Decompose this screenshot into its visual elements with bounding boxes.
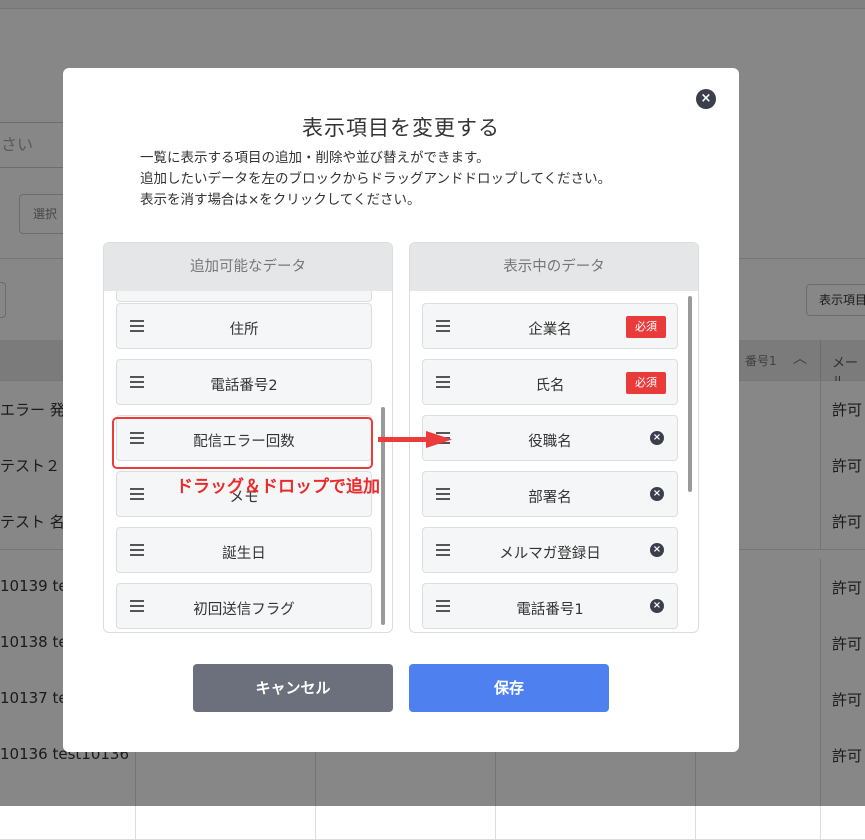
- displayed-data-title: 表示中のデータ: [410, 243, 698, 291]
- available-item-first-send-flag[interactable]: 初回送信フラグ: [116, 583, 372, 629]
- displayed-item-company[interactable]: 企業名 必須: [422, 303, 678, 349]
- item-label: 住所: [229, 322, 259, 338]
- cancel-button[interactable]: キャンセル: [193, 664, 393, 712]
- description-line: 表示を消す場合は×をクリックしてください。: [140, 192, 421, 208]
- item-label: 初回送信フラグ: [193, 602, 295, 618]
- available-item-birthday[interactable]: 誕生日: [116, 527, 372, 573]
- description-line: 追加したいデータを左のブロックからドラッグアンドドロップしてください。: [140, 171, 612, 187]
- remove-icon[interactable]: ×: [650, 487, 664, 501]
- displayed-item-department[interactable]: 部署名 ×: [422, 471, 678, 517]
- close-icon[interactable]: ×: [696, 89, 716, 109]
- item-label: 部署名: [528, 490, 572, 506]
- item-label: 電話番号2: [210, 378, 278, 394]
- item-label: メルマガ登録日: [499, 546, 601, 562]
- scrollbar[interactable]: [688, 296, 692, 492]
- item-label: 電話番号1: [516, 602, 584, 618]
- item-label: 誕生日: [222, 546, 266, 562]
- modal-title: 表示項目を変更する: [302, 116, 500, 140]
- required-badge: 必須: [626, 316, 666, 338]
- annotation-highlight-box: [112, 417, 373, 469]
- display-items-modal: × 表示項目を変更する 一覧に表示する項目の追加・削除や並び替えができます。 追…: [63, 68, 739, 752]
- item-label: 役職名: [528, 434, 572, 450]
- displayed-data-list[interactable]: 企業名 必須 氏名 必須 役職名 × 部署名 × メルマガ登録日 × 電話番号1…: [410, 291, 698, 632]
- description-line: 一覧に表示する項目の追加・削除や並び替えができます。: [140, 150, 490, 166]
- displayed-item-job-title[interactable]: 役職名 ×: [422, 415, 678, 461]
- save-button[interactable]: 保存: [409, 664, 609, 712]
- displayed-item-name[interactable]: 氏名 必須: [422, 359, 678, 405]
- remove-icon[interactable]: ×: [650, 599, 664, 613]
- required-badge: 必須: [626, 372, 666, 394]
- displayed-item-phone1[interactable]: 電話番号1 ×: [422, 583, 678, 629]
- available-data-title: 追加可能なデータ: [104, 243, 392, 291]
- annotation-arrow-icon: [378, 431, 452, 448]
- available-item-address[interactable]: 住所: [116, 303, 372, 349]
- available-item-phone2[interactable]: 電話番号2: [116, 359, 372, 405]
- remove-icon[interactable]: ×: [650, 431, 664, 445]
- remove-icon[interactable]: ×: [650, 543, 664, 557]
- available-item[interactable]: [116, 291, 372, 302]
- displayed-item-newsletter-date[interactable]: メルマガ登録日 ×: [422, 527, 678, 573]
- modal-description: 一覧に表示する項目の追加・削除や並び替えができます。 追加したいデータを左のブロ…: [140, 148, 611, 211]
- annotation-text: ドラッグ＆ドロップで追加: [176, 477, 380, 497]
